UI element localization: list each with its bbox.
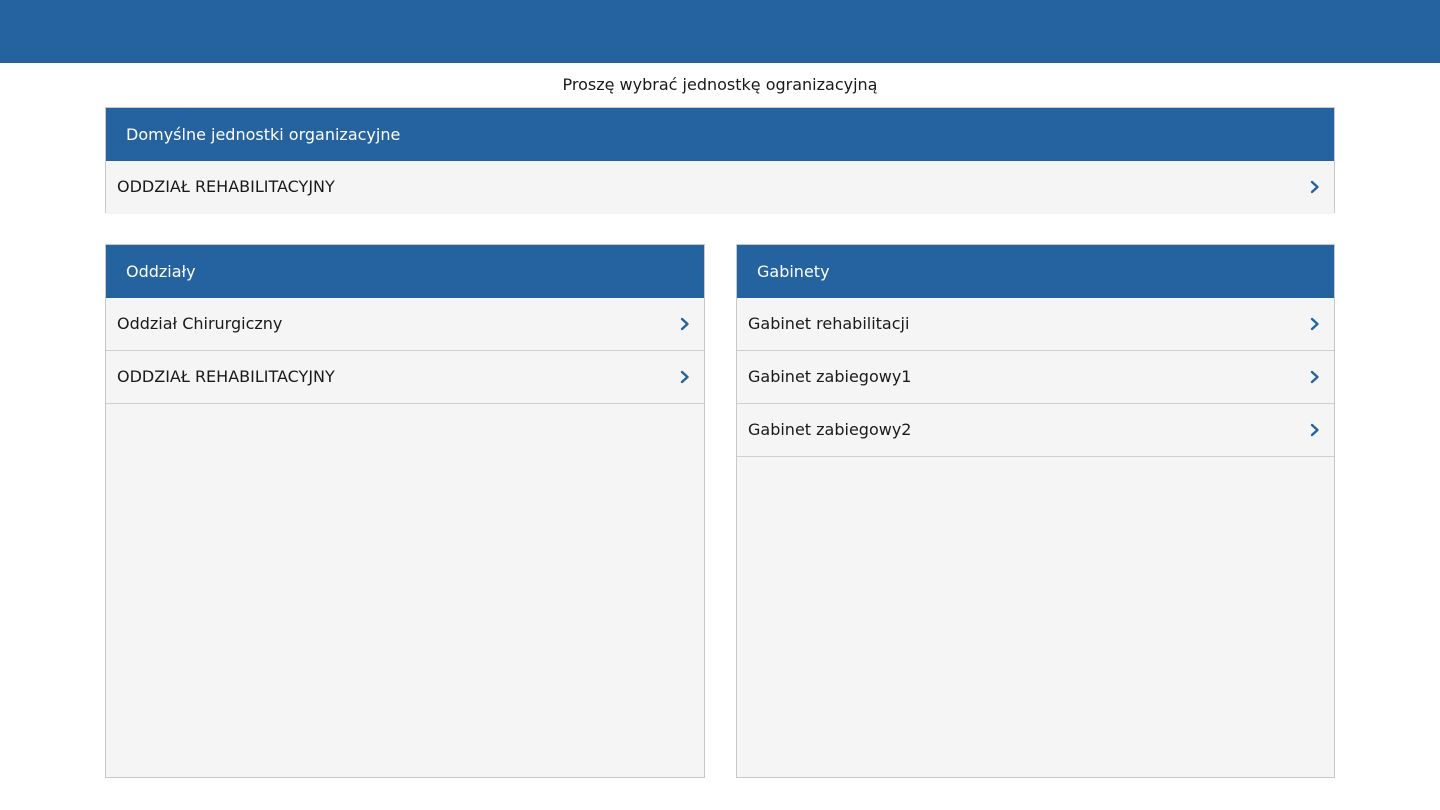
default-unit-item[interactable]: ODDZIAŁ REHABILITACYJNY xyxy=(106,161,1334,214)
offices-panel: Gabinety Gabinet rehabilitacji Gabinet z… xyxy=(736,244,1335,778)
ward-item-label: ODDZIAŁ REHABILITACYJNY xyxy=(117,367,335,386)
office-item-label: Gabinet rehabilitacji xyxy=(748,314,910,333)
default-units-header: Domyślne jednostki organizacyjne xyxy=(106,108,1334,161)
default-unit-item-label: ODDZIAŁ REHABILITACYJNY xyxy=(117,177,335,196)
chevron-right-icon xyxy=(1310,423,1319,437)
default-units-panel: Domyślne jednostki organizacyjne ODDZIAŁ… xyxy=(105,107,1335,214)
office-item-label: Gabinet zabiegowy1 xyxy=(748,367,912,386)
office-item-label: Gabinet zabiegowy2 xyxy=(748,420,912,439)
chevron-right-icon xyxy=(1310,370,1319,384)
page-prompt: Proszę wybrać jednostkę ogranizacyjną xyxy=(562,75,878,94)
ward-item[interactable]: ODDZIAŁ REHABILITACYJNY xyxy=(106,351,704,404)
office-item[interactable]: Gabinet rehabilitacji xyxy=(737,298,1334,351)
chevron-right-icon xyxy=(680,370,689,384)
chevron-right-icon xyxy=(680,317,689,331)
ward-item-label: Oddział Chirurgiczny xyxy=(117,314,283,333)
office-item[interactable]: Gabinet zabiegowy2 xyxy=(737,404,1334,457)
chevron-right-icon xyxy=(1310,317,1319,331)
ward-item[interactable]: Oddział Chirurgiczny xyxy=(106,298,704,351)
wards-panel: Oddziały Oddział Chirurgiczny ODDZIAŁ RE… xyxy=(105,244,705,778)
office-item[interactable]: Gabinet zabiegowy1 xyxy=(737,351,1334,404)
wards-header: Oddziały xyxy=(106,245,704,298)
offices-header: Gabinety xyxy=(737,245,1334,298)
top-bar xyxy=(0,0,1440,63)
chevron-right-icon xyxy=(1310,180,1319,194)
